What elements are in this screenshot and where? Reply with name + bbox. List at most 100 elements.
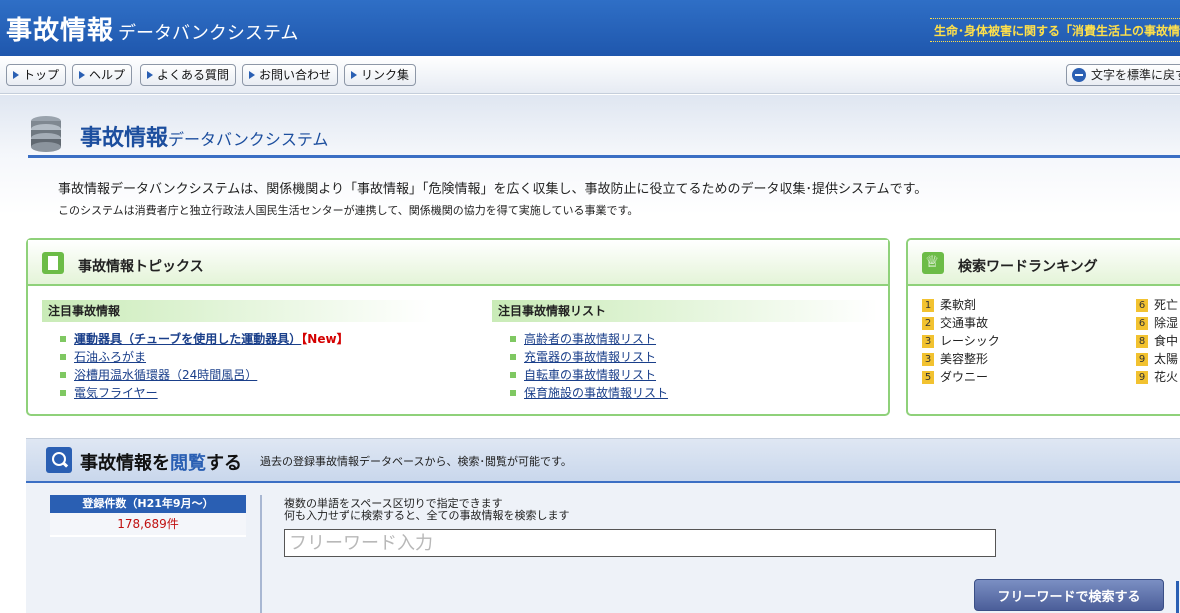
rank-badge: 8 (1136, 335, 1148, 348)
rank-word: 除湿 (1154, 316, 1179, 330)
scroll-marker (1176, 581, 1179, 613)
rank-word: ダウニー (940, 370, 989, 384)
square-bullet-icon (510, 390, 516, 396)
topics-panel: 事故情報トピックス 注目事故情報 注目事故情報リスト 運動器具（チューブを使用し… (26, 238, 890, 416)
page-title: 事故情報データバンクシステム (80, 126, 329, 151)
ranking-item[interactable]: 3 レーシック (922, 332, 1000, 350)
square-bullet-icon (60, 390, 66, 396)
browse-section: 事故情報を閲覧する 過去の登録事故情報データベースから、検索･閲覧が可能です。 … (26, 438, 1180, 613)
site-header: 事故情報データバンクシステム 生命･身体被害に関する「消費生活上の事故情報」を (0, 0, 1180, 56)
nav-faq-button[interactable]: よくある質問 (140, 64, 237, 86)
minus-circle-icon (1072, 68, 1086, 82)
database-icon (31, 116, 61, 152)
freeword-input[interactable] (284, 529, 996, 557)
ranking-item[interactable]: 9 太陽 (1136, 350, 1178, 368)
list-item: 保育施設の事故情報リスト (510, 384, 668, 402)
rank-badge: 5 (922, 371, 934, 384)
brand-sub: データバンクシステム (118, 23, 299, 44)
browse-description: 過去の登録事故情報データベースから、検索･閲覧が可能です。 (260, 455, 572, 468)
featured-list: 運動器具（チューブを使用した運動器具）【New】 石油ふろがま 浴槽用温水循環器… (60, 330, 349, 402)
topics-title: 事故情報トピックス (78, 259, 204, 275)
featured-link[interactable]: 石油ふろがま (74, 350, 146, 364)
clipboard-icon (42, 252, 64, 274)
count-value: 178,689件 (50, 513, 246, 535)
featured-link[interactable]: 運動器具（チューブを使用した運動器具） (74, 332, 301, 346)
nav-contact-button[interactable]: お問い合わせ (242, 64, 339, 86)
site-logo[interactable]: 事故情報 データバンクシステム (6, 10, 298, 47)
arrow-right-icon (79, 71, 85, 79)
square-bullet-icon (60, 336, 66, 342)
browse-header: 事故情報を閲覧する 過去の登録事故情報データベースから、検索･閲覧が可能です。 (26, 439, 1180, 483)
nav-links-button[interactable]: リンク集 (344, 64, 417, 86)
rank-word: 食中 (1154, 334, 1179, 348)
list-heading: 注目事故情報リスト (492, 300, 878, 322)
rank-word: 美容整形 (940, 352, 989, 366)
rank-badge: 6 (1136, 299, 1148, 312)
new-badge: 【New】 (301, 332, 349, 346)
rank-badge: 1 (922, 299, 934, 312)
rank-badge: 3 (922, 335, 934, 348)
rank-word: 交通事故 (940, 316, 989, 330)
square-bullet-icon (510, 354, 516, 360)
intro-subtext: このシステムは消費者庁と独立行政法人国民生活センターが連携して、関係機関の協力を… (58, 204, 639, 217)
square-bullet-icon (60, 372, 66, 378)
ranking-item[interactable]: 6 死亡 (1136, 296, 1178, 314)
topics-header: 事故情報トピックス (28, 240, 888, 286)
ranking-title: 検索ワードランキング (958, 259, 1098, 275)
rank-word: レーシック (940, 334, 1000, 348)
featured-heading: 注目事故情報 (42, 300, 432, 322)
arrow-right-icon (13, 71, 19, 79)
count-label: 登録件数（H21年9月〜） (50, 495, 246, 513)
rank-badge: 9 (1136, 353, 1148, 366)
ranking-item[interactable]: 9 花火 (1136, 368, 1178, 386)
arrow-right-icon (351, 71, 357, 79)
featured-lists: 高齢者の事故情報リスト 充電器の事故情報リスト 自転車の事故情報リスト 保育施設… (510, 330, 668, 402)
ranking-panel: 検索ワードランキング 1 柔軟剤 2 交通事故 3 レーシック 3 美容整形 5 ダウニー… (906, 238, 1180, 416)
rank-badge: 9 (1136, 371, 1148, 384)
featured-link[interactable]: 浴槽用温水循環器（24時間風呂） (74, 368, 257, 382)
square-bullet-icon (510, 336, 516, 342)
list-item: 自転車の事故情報リスト (510, 366, 668, 384)
list-link[interactable]: 自転車の事故情報リスト (524, 368, 656, 382)
list-link[interactable]: 保育施設の事故情報リスト (524, 386, 668, 400)
list-item: 充電器の事故情報リスト (510, 348, 668, 366)
search-hint-empty: 何も入力せずに検索すると、全ての事故情報を検索します (284, 509, 570, 522)
ranking-item[interactable]: 1 柔軟剤 (922, 296, 976, 314)
rank-word: 太陽 (1154, 352, 1179, 366)
ranking-item[interactable]: 8 食中 (1136, 332, 1178, 350)
brand-main: 事故情報 (6, 16, 115, 46)
rank-word: 柔軟剤 (940, 298, 977, 312)
featured-link[interactable]: 電気フライヤー (74, 386, 158, 400)
arrow-right-icon (147, 71, 153, 79)
nav-top-button[interactable]: トップ (6, 64, 67, 86)
registered-count-box: 登録件数（H21年9月〜） 178,689件 (50, 495, 246, 537)
rank-word: 花火 (1154, 370, 1179, 384)
nav-help-button[interactable]: ヘルプ (72, 64, 133, 86)
list-item: 運動器具（チューブを使用した運動器具）【New】 (60, 330, 349, 348)
list-item: 石油ふろがま (60, 348, 349, 366)
vertical-divider (260, 495, 262, 613)
nav-bar: トップ ヘルプ よくある質問 お問い合わせ リンク集 文字を標準に戻す (0, 56, 1180, 94)
search-icon (46, 447, 72, 473)
intro-text: 事故情報データバンクシステムは、関係機関より「事故情報」「危険情報」を広く収集し… (58, 182, 928, 197)
ranking-item[interactable]: 5 ダウニー (922, 368, 988, 386)
square-bullet-icon (60, 354, 66, 360)
crown-icon (922, 252, 944, 274)
freeword-search-button[interactable]: フリーワードで検索する (974, 579, 1164, 611)
list-item: 浴槽用温水循環器（24時間風呂） (60, 366, 349, 384)
rank-badge: 2 (922, 317, 934, 330)
header-tagline: 生命･身体被害に関する「消費生活上の事故情報」を (930, 18, 1180, 42)
arrow-right-icon (249, 71, 255, 79)
list-item: 高齢者の事故情報リスト (510, 330, 668, 348)
rank-badge: 3 (922, 353, 934, 366)
list-link[interactable]: 高齢者の事故情報リスト (524, 332, 656, 346)
ranking-item[interactable]: 6 除湿 (1136, 314, 1178, 332)
list-link[interactable]: 充電器の事故情報リスト (524, 350, 656, 364)
ranking-header: 検索ワードランキング (908, 240, 1180, 286)
browse-title: 事故情報を閲覧する (80, 453, 242, 474)
reset-text-size-button[interactable]: 文字を標準に戻す (1066, 64, 1180, 86)
ranking-item[interactable]: 2 交通事故 (922, 314, 988, 332)
ranking-item[interactable]: 3 美容整形 (922, 350, 988, 368)
rank-word: 死亡 (1154, 298, 1179, 312)
square-bullet-icon (510, 372, 516, 378)
